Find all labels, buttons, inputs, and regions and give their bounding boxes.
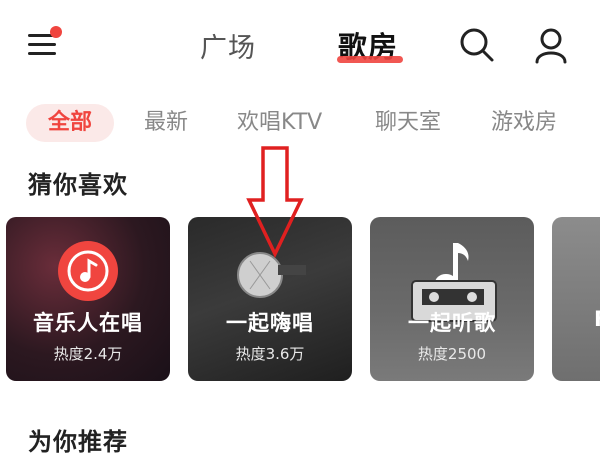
user-icon [535, 28, 567, 64]
category-gameroom[interactable]: 游戏房 [491, 104, 557, 142]
category-ktv[interactable]: 欢唱KTV [237, 104, 322, 142]
category-chatroom[interactable]: 聊天室 [375, 104, 441, 142]
category-all[interactable]: 全部 [26, 104, 115, 142]
room-card-listen-together[interactable]: 一起听歌 热度2500 [370, 217, 534, 381]
section-title-recommend: 为你推荐 [28, 428, 128, 456]
category-latest[interactable]: 最新 [144, 104, 188, 142]
top-bar: 广场 歌房 [0, 0, 600, 90]
room-card-musician[interactable]: 音乐人在唱 热度2.4万 [6, 217, 170, 381]
notification-dot [50, 26, 62, 38]
room-card-partial[interactable]: F [552, 217, 600, 381]
card-label: F [594, 307, 600, 331]
menu-icon-bar [28, 52, 56, 55]
category-tabs: 全部 最新 欢唱KTV 聊天室 游戏房 [0, 100, 600, 146]
card-heat: 热度3.6万 [235, 345, 305, 363]
card-label: 一起嗨唱 [226, 311, 314, 335]
search-icon [460, 28, 494, 62]
section-title-guess: 猜你喜欢 [28, 171, 128, 199]
menu-button[interactable] [26, 26, 66, 66]
menu-icon-bar [28, 43, 56, 46]
search-button[interactable] [458, 26, 496, 64]
tab-plaza[interactable]: 广场 [200, 26, 256, 65]
card-heat: 热度2.4万 [53, 345, 123, 363]
card-label: 音乐人在唱 [33, 311, 143, 335]
profile-button[interactable] [532, 26, 570, 64]
card-label: 一起听歌 [408, 311, 496, 335]
annotation-arrow-icon [246, 146, 304, 258]
music-note-circle-icon [58, 241, 118, 301]
active-tab-indicator [337, 56, 403, 63]
card-heat: 热度2500 [417, 345, 487, 363]
